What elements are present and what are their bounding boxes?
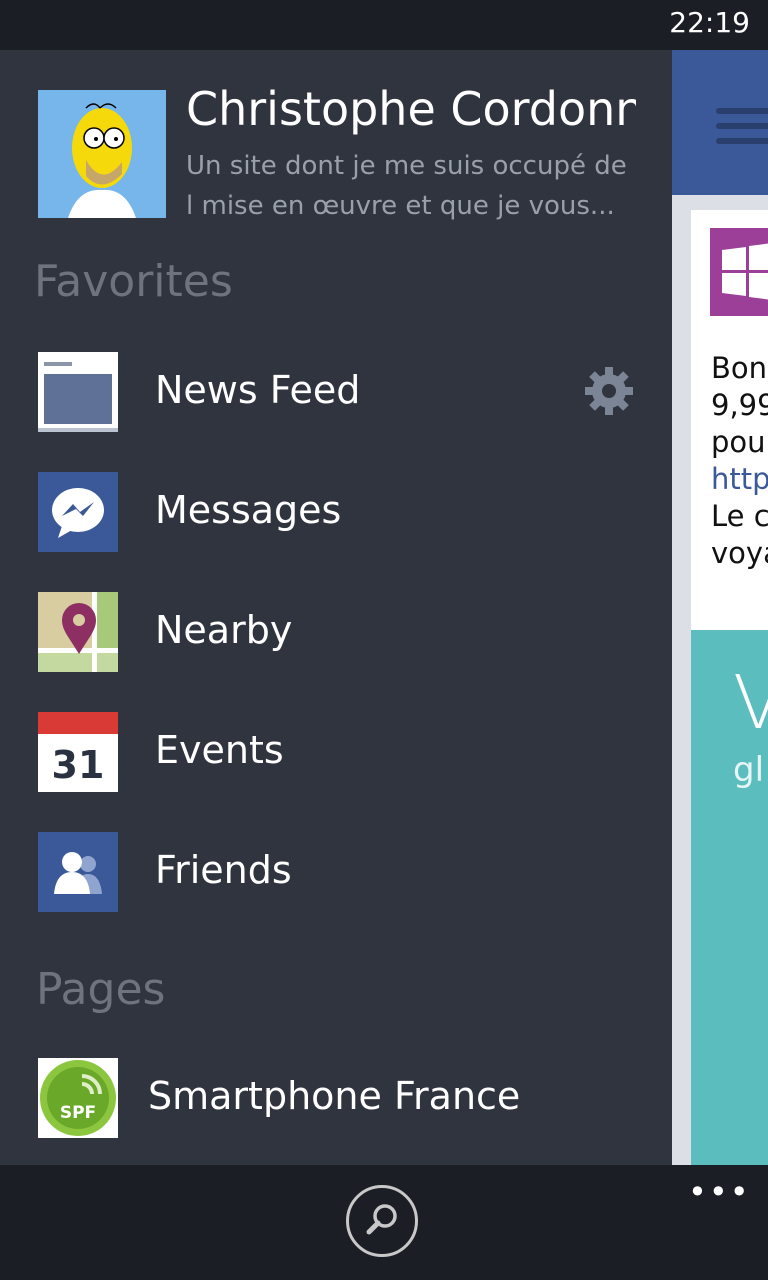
messages-icon xyxy=(38,472,118,552)
spf-logo-icon: SPF xyxy=(38,1058,118,1138)
shared-image-preview[interactable]: V gl xyxy=(691,630,768,1165)
nearby-map-icon xyxy=(38,592,118,672)
menu-item-smartphone-france[interactable]: SPF Smartphone France xyxy=(0,1044,672,1154)
spf-logo-text: SPF xyxy=(60,1103,96,1123)
post-card[interactable]: Bon 9,99 pou http Le c voya xyxy=(691,210,768,630)
content-header xyxy=(672,50,768,195)
post-link[interactable]: http xyxy=(711,461,768,498)
menu-item-friends[interactable]: Friends xyxy=(0,818,672,928)
news-feed-content: Bon 9,99 pou http Le c voya V gl xyxy=(672,50,768,1165)
more-options-button[interactable]: ••• xyxy=(688,1173,751,1211)
profile-name[interactable]: Christophe Cordonn xyxy=(186,82,636,136)
sidebar-menu: Christophe Cordonn Un site dont je me su… xyxy=(0,50,672,1165)
menu-label-nearby: Nearby xyxy=(155,608,293,652)
preview-big-text: V xyxy=(733,660,768,746)
menu-label-messages: Messages xyxy=(155,488,342,532)
post-line: voya xyxy=(711,536,768,570)
search-button[interactable] xyxy=(346,1185,418,1257)
menu-item-news-feed[interactable]: News Feed xyxy=(0,338,672,448)
post-line: Bon xyxy=(711,351,768,385)
preview-small-text: gl xyxy=(733,750,765,790)
calendar-icon: 31 xyxy=(38,712,118,792)
post-line: pou xyxy=(711,425,766,459)
favorites-heading: Favorites xyxy=(34,256,233,307)
menu-item-nearby[interactable]: Nearby xyxy=(0,578,672,688)
menu-label-friends: Friends xyxy=(155,848,292,892)
profile-status: Un site dont je me suis occupé de l mise… xyxy=(186,151,627,221)
post-line: Le c xyxy=(711,499,768,533)
calendar-day-text: 31 xyxy=(52,743,105,787)
search-icon xyxy=(366,1204,397,1235)
menu-label-news-feed: News Feed xyxy=(155,368,361,412)
menu-label-smartphone-france: Smartphone France xyxy=(148,1074,521,1118)
news-feed-icon xyxy=(38,352,118,432)
pages-heading: Pages xyxy=(36,964,166,1015)
windows-logo-icon xyxy=(710,228,768,316)
app-bar: ••• xyxy=(0,1165,768,1280)
menu-item-messages[interactable]: Messages xyxy=(0,458,672,568)
avatar-image-icon xyxy=(38,90,166,218)
menu-item-events[interactable]: 31 Events xyxy=(0,698,672,808)
gear-icon[interactable] xyxy=(584,366,634,416)
status-bar: 22:19 xyxy=(0,0,768,50)
status-time: 22:19 xyxy=(669,6,750,39)
profile-avatar[interactable] xyxy=(38,90,166,218)
post-text: Bon 9,99 pou http Le c voya xyxy=(711,350,768,572)
post-line: 9,99 xyxy=(711,388,768,422)
hamburger-menu-icon[interactable] xyxy=(716,108,768,153)
menu-label-events: Events xyxy=(155,728,284,772)
friends-icon xyxy=(38,832,118,912)
